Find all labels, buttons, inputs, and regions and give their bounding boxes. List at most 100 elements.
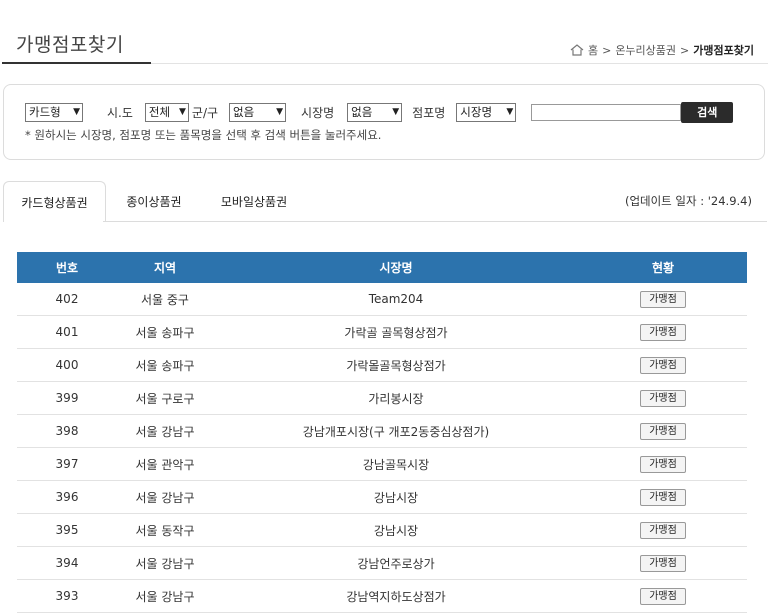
search-hint: * 원하시는 시장명, 점포명 또는 품목명을 선택 후 검색 버튼을 눌러주세… bbox=[25, 128, 382, 142]
card-type-value: 카드형 bbox=[29, 105, 61, 119]
status-button[interactable]: 가맹점 bbox=[640, 488, 686, 506]
status-button[interactable]: 가맹점 bbox=[640, 290, 686, 308]
gugun-label: 군/구 bbox=[191, 105, 219, 120]
row-status: 가맹점 bbox=[579, 381, 747, 415]
status-button[interactable]: 가맹점 bbox=[640, 521, 686, 539]
row-market: 강남개포시장(구 개포2동중심상점가) bbox=[213, 414, 579, 448]
chevron-down-icon: ▼ bbox=[73, 107, 80, 117]
header-region: 지역 bbox=[117, 252, 213, 283]
row-market: 가락골 골목형상점가 bbox=[213, 315, 579, 349]
title-divider bbox=[151, 63, 768, 64]
row-market: 강남골목시장 bbox=[213, 447, 579, 481]
breadcrumb-home[interactable]: 홈 bbox=[588, 42, 598, 58]
row-region: 서울 중구 bbox=[117, 283, 213, 316]
tab-paper[interactable]: 종이상품권 bbox=[114, 181, 194, 221]
card-type-select[interactable]: 카드형 ▼ bbox=[25, 102, 83, 122]
search-button[interactable]: 검색 bbox=[681, 101, 734, 123]
row-status: 가맹점 bbox=[579, 447, 747, 481]
tab-mobile[interactable]: 모바일상품권 bbox=[206, 181, 302, 221]
status-button[interactable]: 가맹점 bbox=[640, 389, 686, 407]
status-button[interactable]: 가맹점 bbox=[640, 422, 686, 440]
row-number: 399 bbox=[17, 381, 117, 415]
sido-label: 시.도 bbox=[107, 105, 133, 120]
market-value: 없음 bbox=[351, 105, 373, 119]
row-region: 서울 송파구 bbox=[117, 315, 213, 349]
row-region: 서울 강남구 bbox=[117, 414, 213, 448]
market-label: 시장명 bbox=[301, 105, 335, 120]
row-region: 서울 강남구 bbox=[117, 480, 213, 514]
store-table: 번호 지역 시장명 현황 402 서울 중구 Team204 가맹점 401 서울 송파구… bbox=[17, 252, 747, 613]
row-status: 가맹점 bbox=[579, 283, 747, 316]
table-row: 401 서울 송파구 가락골 골목형상점가 가맹점 bbox=[17, 315, 747, 349]
breadcrumb: 홈 > 온누리상품권 > 가맹점포찾기 bbox=[570, 42, 754, 58]
chevron-right-icon: > bbox=[680, 43, 690, 57]
store-label: 점포명 bbox=[412, 105, 446, 120]
table-row: 394 서울 강남구 강남언주로상가 가맹점 bbox=[17, 546, 747, 580]
row-market: Team204 bbox=[213, 283, 579, 316]
row-region: 서울 강남구 bbox=[117, 546, 213, 580]
page-title: 가맹점포찾기 bbox=[16, 34, 124, 56]
chevron-right-icon: > bbox=[602, 43, 612, 57]
table-row: 393 서울 강남구 강남역지하도상점가 가맹점 bbox=[17, 579, 747, 613]
table-row: 396 서울 강남구 강남시장 가맹점 bbox=[17, 480, 747, 514]
row-market: 가락몰골목형상점가 bbox=[213, 348, 579, 382]
tab-card[interactable]: 카드형상품권 bbox=[3, 181, 106, 222]
table-row: 395 서울 동작구 강남시장 가맹점 bbox=[17, 513, 747, 547]
status-button[interactable]: 가맹점 bbox=[640, 455, 686, 473]
row-number: 397 bbox=[17, 447, 117, 481]
row-status: 가맹점 bbox=[579, 513, 747, 547]
tab-divider bbox=[103, 221, 767, 222]
gugun-select[interactable]: 없음 ▼ bbox=[229, 102, 287, 122]
search-input[interactable] bbox=[531, 103, 682, 121]
row-number: 400 bbox=[17, 348, 117, 382]
market-select[interactable]: 없음 ▼ bbox=[347, 102, 403, 122]
row-number: 402 bbox=[17, 283, 117, 316]
row-status: 가맹점 bbox=[579, 546, 747, 580]
status-button[interactable]: 가맹점 bbox=[640, 323, 686, 341]
status-button[interactable]: 가맹점 bbox=[640, 587, 686, 605]
row-status: 가맹점 bbox=[579, 414, 747, 448]
store-select[interactable]: 시장명 ▼ bbox=[456, 102, 517, 122]
header-market: 시장명 bbox=[213, 252, 579, 283]
row-number: 393 bbox=[17, 579, 117, 613]
home-icon[interactable] bbox=[570, 44, 584, 56]
status-button[interactable]: 가맹점 bbox=[640, 554, 686, 572]
gugun-value: 없음 bbox=[233, 105, 255, 119]
table-row: 400 서울 송파구 가락몰골목형상점가 가맹점 bbox=[17, 348, 747, 382]
header-number: 번호 bbox=[17, 252, 117, 283]
row-market: 강남언주로상가 bbox=[213, 546, 579, 580]
search-panel: 카드형 ▼ 시.도 전체 ▼ 군/구 없음 ▼ 시장명 없음 ▼ 점포명 시장명 ▼ 검색… bbox=[3, 84, 765, 160]
store-value: 시장명 bbox=[460, 105, 493, 119]
title-underline bbox=[2, 62, 151, 64]
row-region: 서울 강남구 bbox=[117, 579, 213, 613]
table-row: 398 서울 강남구 강남개포시장(구 개포2동중심상점가) 가맹점 bbox=[17, 414, 747, 448]
chevron-down-icon: ▼ bbox=[506, 107, 514, 117]
row-region: 서울 관악구 bbox=[117, 447, 213, 481]
row-market: 가리봉시장 bbox=[213, 381, 579, 415]
row-status: 가맹점 bbox=[579, 348, 747, 382]
table-row: 399 서울 구로구 가리봉시장 가맹점 bbox=[17, 381, 747, 415]
row-region: 서울 구로구 bbox=[117, 381, 213, 415]
chevron-down-icon: ▼ bbox=[392, 107, 400, 117]
sido-select[interactable]: 전체 ▼ bbox=[144, 102, 189, 122]
header-status: 현황 bbox=[579, 252, 747, 283]
row-market: 강남시장 bbox=[213, 480, 579, 514]
row-market: 강남시장 bbox=[213, 513, 579, 547]
row-region: 서울 송파구 bbox=[117, 348, 213, 382]
breadcrumb-section[interactable]: 온누리상품권 bbox=[615, 42, 676, 58]
row-number: 401 bbox=[17, 315, 117, 349]
row-region: 서울 동작구 bbox=[117, 513, 213, 547]
update-date: (업데이트 일자 : '24.9.4) bbox=[624, 194, 752, 208]
row-number: 398 bbox=[17, 414, 117, 448]
row-status: 가맹점 bbox=[579, 579, 747, 613]
row-status: 가맹점 bbox=[579, 315, 747, 349]
chevron-down-icon: ▼ bbox=[178, 107, 186, 117]
chevron-down-icon: ▼ bbox=[276, 107, 284, 117]
table-row: 397 서울 관악구 강남골목시장 가맹점 bbox=[17, 447, 747, 481]
sido-value: 전체 bbox=[148, 105, 171, 119]
row-number: 394 bbox=[17, 546, 117, 580]
row-number: 395 bbox=[17, 513, 117, 547]
table-row: 402 서울 중구 Team204 가맹점 bbox=[17, 283, 747, 316]
row-market: 강남역지하도상점가 bbox=[213, 579, 579, 613]
status-button[interactable]: 가맹점 bbox=[640, 356, 686, 374]
